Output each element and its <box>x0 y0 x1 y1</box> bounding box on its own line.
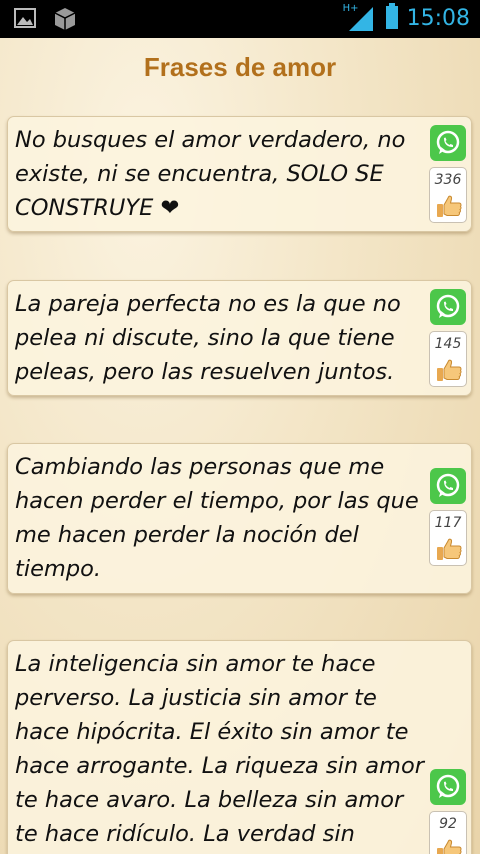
whatsapp-share-button[interactable] <box>430 125 466 161</box>
thumbs-up-icon <box>437 195 462 217</box>
whatsapp-icon <box>436 294 460 318</box>
like-button[interactable]: 145 <box>429 331 467 387</box>
phrase-card[interactable]: No busques el amor verdadero, no existe,… <box>7 116 472 232</box>
like-count: 117 <box>434 515 462 531</box>
phrase-text: No busques el amor verdadero, no existe,… <box>15 127 406 221</box>
box-icon <box>54 7 76 35</box>
whatsapp-icon <box>436 774 460 798</box>
page-title: Frases de amor <box>143 52 337 82</box>
phrase-text: La inteligencia sin amor te hace pervers… <box>15 651 424 847</box>
phrase-card[interactable]: Cambiando las personas que me hacen perd… <box>7 443 472 594</box>
phrase-text: La pareja perfecta no es la que no pelea… <box>15 291 401 385</box>
like-button[interactable]: 117 <box>429 510 467 566</box>
phrase-card[interactable]: La inteligencia sin amor te hace pervers… <box>7 640 472 854</box>
thumbs-up-icon <box>437 538 462 560</box>
phrase-card[interactable]: La pareja perfecta no es la que no pelea… <box>7 280 472 396</box>
image-icon <box>14 7 36 35</box>
whatsapp-share-button[interactable] <box>430 769 466 805</box>
whatsapp-icon <box>436 473 460 497</box>
phrase-text: Cambiando las personas que me hacen perd… <box>15 454 419 582</box>
like-count: 92 <box>439 816 457 832</box>
like-button[interactable]: 92 <box>429 811 467 854</box>
like-count: 145 <box>434 336 462 352</box>
heart-icon: ❤ <box>160 195 180 221</box>
like-button[interactable]: 336 <box>429 167 467 223</box>
battery-icon <box>385 2 399 34</box>
thumbs-up-icon <box>437 839 462 854</box>
status-time: 15:08 <box>406 5 470 31</box>
network-h-plus-icon: H+ <box>343 3 377 33</box>
status-bar: H+ 15:08 <box>0 0 480 38</box>
whatsapp-share-button[interactable] <box>430 468 466 504</box>
thumbs-up-icon <box>437 359 462 381</box>
whatsapp-share-button[interactable] <box>430 289 466 325</box>
like-count: 336 <box>434 172 462 188</box>
whatsapp-icon <box>436 130 460 154</box>
